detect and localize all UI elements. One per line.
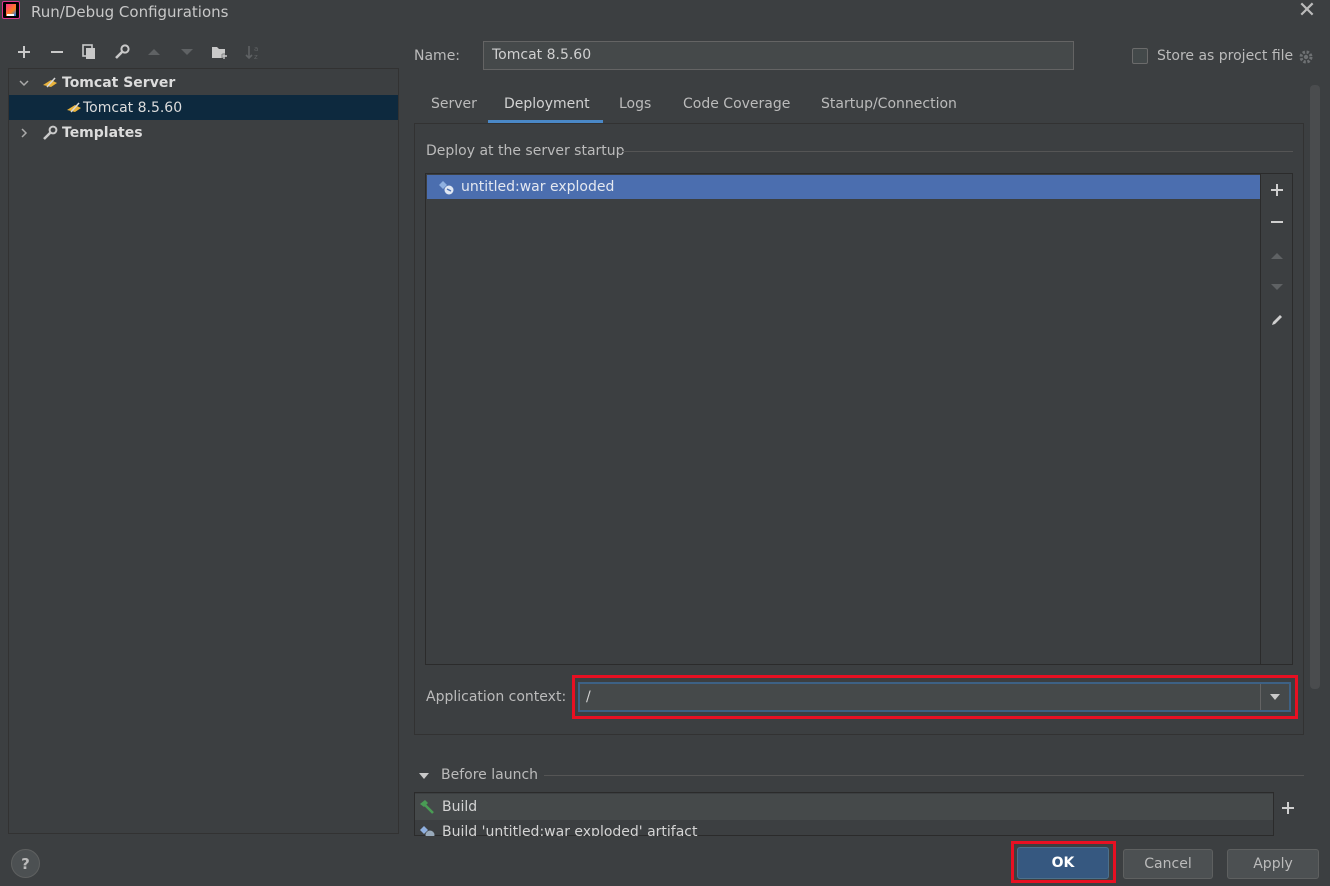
move-down-icon[interactable] — [1266, 276, 1288, 298]
deploy-list[interactable] — [425, 173, 1261, 665]
chevron-right-icon[interactable] — [17, 126, 31, 140]
tab-server[interactable]: Server — [431, 96, 477, 124]
name-label: Name: — [414, 48, 461, 64]
vertical-scrollbar[interactable] — [1310, 85, 1320, 689]
application-context-value[interactable]: / — [586, 689, 591, 705]
cancel-button[interactable]: Cancel — [1123, 849, 1213, 879]
add-icon[interactable] — [1277, 797, 1299, 819]
svg-text:a: a — [254, 45, 258, 53]
add-icon[interactable] — [1266, 179, 1288, 201]
tab-logs[interactable]: Logs — [619, 96, 651, 124]
group-divider — [622, 151, 1293, 152]
svg-text:z: z — [254, 53, 258, 61]
tree-item-label: Tomcat 8.5.60 — [83, 99, 183, 116]
tab-code-coverage[interactable]: Code Coverage — [683, 96, 790, 124]
tomcat-icon — [65, 100, 83, 116]
collapse-triangle-icon[interactable] — [418, 770, 430, 782]
chevron-down-icon[interactable] — [1260, 684, 1289, 710]
deploy-list-item[interactable]: untitled:war exploded — [427, 175, 1260, 199]
store-as-project-file-label[interactable]: Store as project file — [1157, 48, 1293, 64]
tree-item-templates[interactable]: Templates — [9, 120, 398, 145]
name-input[interactable]: Tomcat 8.5.60 — [483, 41, 1074, 70]
remove-icon[interactable] — [1266, 211, 1288, 233]
chevron-down-icon[interactable] — [17, 76, 31, 90]
tree-item-label: Templates — [62, 124, 143, 141]
before-launch-item-label: Build — [442, 799, 478, 815]
store-as-project-file-checkbox[interactable] — [1132, 48, 1148, 64]
wrench-icon — [41, 125, 59, 141]
add-icon[interactable] — [14, 42, 34, 62]
wrench-icon[interactable] — [112, 42, 132, 62]
move-up-icon[interactable] — [1266, 245, 1288, 267]
gear-icon[interactable] — [1297, 48, 1315, 66]
tomcat-icon — [41, 75, 59, 91]
remove-icon[interactable] — [47, 42, 67, 62]
before-launch-divider — [544, 775, 1304, 776]
ok-button[interactable]: OK — [1017, 847, 1109, 879]
copy-icon[interactable] — [79, 42, 99, 62]
deploy-item-label: untitled:war exploded — [461, 179, 615, 195]
application-context-combobox[interactable] — [578, 682, 1291, 712]
help-button[interactable]: ? — [11, 849, 40, 878]
hammer-icon — [418, 799, 436, 815]
apply-button[interactable]: Apply — [1227, 849, 1319, 879]
before-launch-item-build[interactable]: Build — [415, 794, 1273, 820]
deploy-group-title: Deploy at the server startup — [426, 143, 625, 159]
application-context-label: Application context: — [426, 689, 567, 705]
tab-startup-connection[interactable]: Startup/Connection — [821, 96, 957, 124]
window-title: Run/Debug Configurations — [31, 3, 229, 21]
move-up-icon[interactable] — [144, 42, 164, 62]
sort-icon[interactable]: az — [243, 42, 263, 62]
before-launch-title[interactable]: Before launch — [441, 767, 538, 783]
tree-item-tomcat-8-5-60[interactable]: Tomcat 8.5.60 — [9, 95, 398, 120]
new-folder-icon[interactable] — [209, 42, 229, 62]
tree-item-label: Tomcat Server — [62, 74, 176, 91]
intellij-logo-icon — [2, 1, 20, 19]
move-down-icon[interactable] — [177, 42, 197, 62]
tree-item-tomcat-server[interactable]: Tomcat Server — [9, 70, 398, 95]
artifact-icon — [437, 179, 455, 195]
edit-icon[interactable] — [1266, 309, 1288, 331]
close-icon[interactable]: ✕ — [1296, 0, 1318, 22]
configurations-tree: Tomcat Server Tomcat 8.5.60 Templates — [8, 68, 399, 834]
